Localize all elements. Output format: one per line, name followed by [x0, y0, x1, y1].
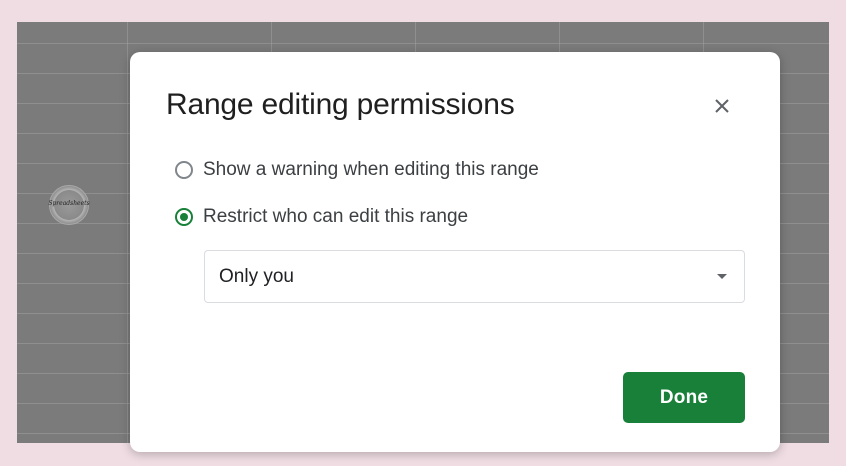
close-button[interactable]: [708, 92, 736, 120]
radio-restrict-editors[interactable]: [175, 208, 193, 226]
option-show-warning-label: Show a warning when editing this range: [203, 159, 539, 180]
done-button[interactable]: Done: [623, 372, 745, 423]
watermark-logo-text: Spreadsheets: [48, 200, 90, 207]
editor-select-value: Only you: [219, 265, 294, 287]
dropdown-arrow-icon: [717, 274, 727, 279]
option-restrict-editors-label: Restrict who can edit this range: [203, 206, 469, 227]
option-show-warning[interactable]: Show a warning when editing this range: [175, 159, 539, 181]
radio-show-warning[interactable]: [175, 161, 193, 179]
range-permissions-dialog: Range editing permissions Show a warning…: [130, 52, 780, 452]
option-restrict-editors[interactable]: Restrict who can edit this range: [175, 206, 468, 228]
dialog-title: Range editing permissions: [166, 88, 515, 121]
close-icon: [715, 99, 729, 113]
watermark-logo: Spreadsheets: [48, 185, 90, 225]
editor-select[interactable]: Only you: [204, 250, 745, 303]
